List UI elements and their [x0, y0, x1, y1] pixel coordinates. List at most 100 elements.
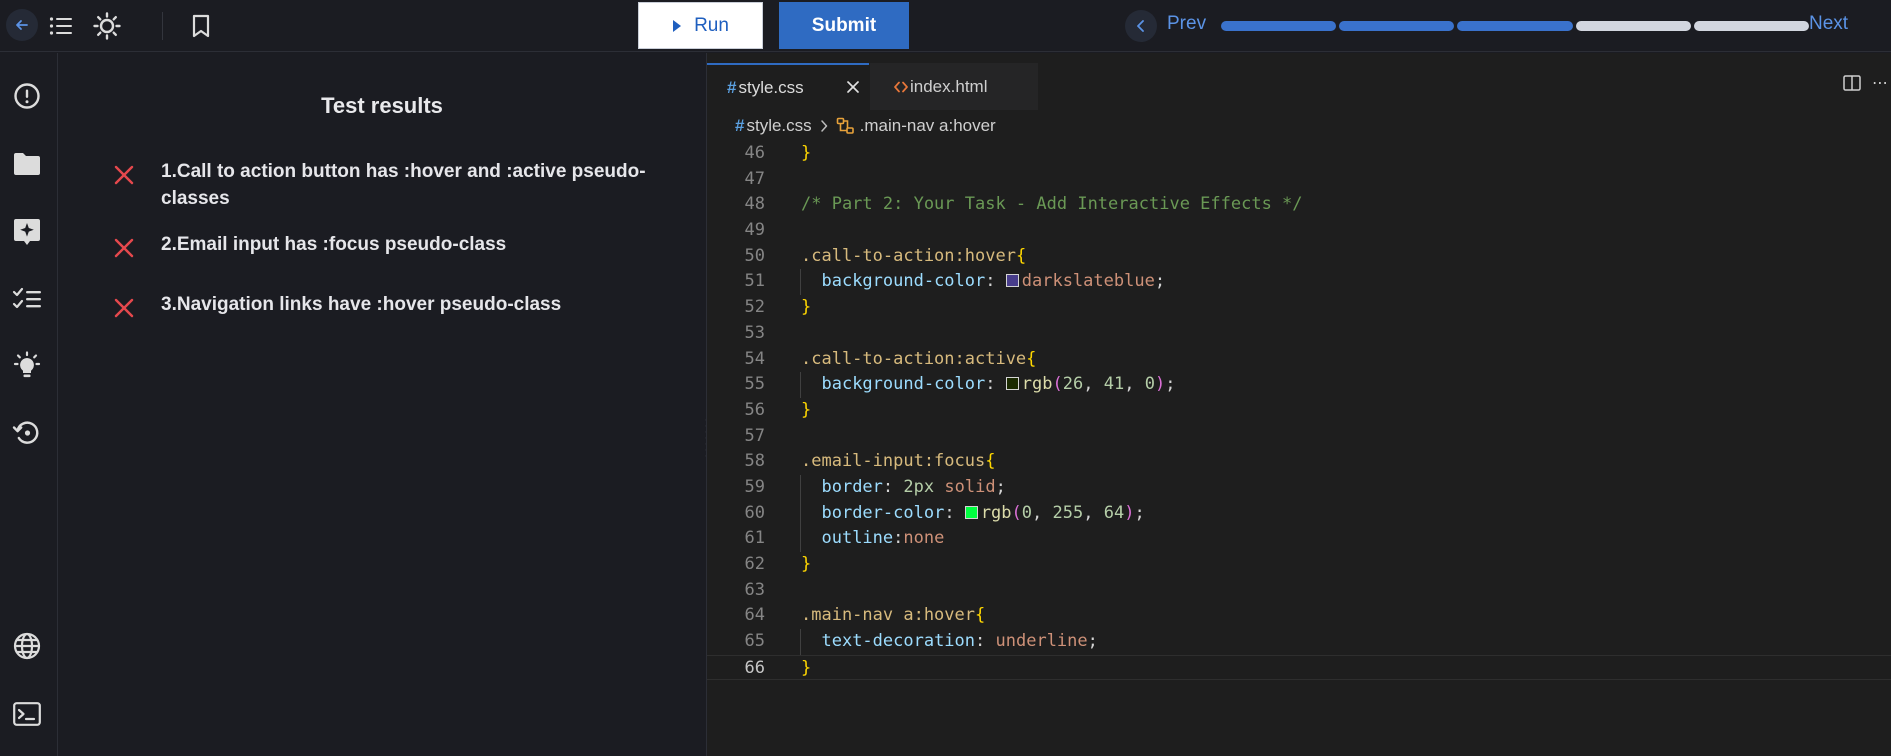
test-result-item: 3.Navigation links have :hover pseudo-cl…	[113, 291, 683, 319]
code-line[interactable]: 62}	[707, 552, 1891, 578]
hints-button[interactable]	[11, 350, 43, 382]
line-number: 49	[744, 220, 765, 241]
activity-sidebar	[0, 53, 58, 756]
close-tab-button[interactable]	[843, 77, 863, 97]
color-swatch[interactable]	[1005, 377, 1019, 391]
test-result-text: 3.Navigation links have :hover pseudo-cl…	[161, 294, 562, 315]
run-button[interactable]: Run	[638, 2, 763, 49]
code-line[interactable]: 65 text-decoration: underline;	[707, 629, 1891, 655]
toolbar-divider	[162, 12, 163, 40]
preview-browser-button[interactable]	[11, 630, 43, 662]
code-text: }	[801, 399, 812, 420]
chevron-left-icon	[1136, 20, 1146, 32]
play-icon	[672, 19, 682, 32]
css-file-icon: #	[727, 77, 737, 97]
code-line[interactable]: 55 background-color: rgb(26, 41, 0);	[707, 372, 1891, 398]
code-line[interactable]: 51 background-color: darkslateblue;	[707, 269, 1891, 296]
top-toolbar: Run Submit Prev Next	[0, 0, 1891, 52]
code-line[interactable]: 53	[707, 321, 1891, 347]
code-line[interactable]: 58 .email-input:focus{	[707, 449, 1891, 475]
line-number: 57	[744, 425, 765, 446]
bookmark-button[interactable]	[184, 9, 218, 43]
fail-x-icon	[113, 297, 135, 319]
code-text: background-color: darkslateblue;	[821, 271, 1166, 292]
tab-index-html[interactable]: index.html	[870, 63, 1038, 110]
bookmark-icon	[191, 14, 211, 38]
code-line[interactable]: 46}	[707, 141, 1891, 167]
code-line[interactable]: 61 outline:none	[707, 526, 1891, 552]
line-number: 47	[744, 168, 765, 189]
line-number: 66	[744, 657, 765, 678]
list-icon	[49, 16, 73, 36]
code-line[interactable]: 57	[707, 424, 1891, 450]
line-number: 51	[744, 271, 765, 292]
code-line[interactable]: 60 border-color: rgb(0, 255, 64);	[707, 500, 1891, 527]
line-number: 63	[744, 579, 765, 600]
line-number: 48	[744, 194, 765, 215]
close-icon	[846, 80, 860, 94]
line-number: 54	[744, 348, 765, 369]
console-button[interactable]	[11, 698, 43, 730]
split-editor-icon[interactable]	[1843, 75, 1861, 91]
instructions-button[interactable]	[11, 80, 43, 112]
back-button[interactable]	[6, 9, 38, 41]
code-line[interactable]: 56}	[707, 398, 1891, 424]
code-line[interactable]: 48 /* Part 2: Your Task - Add Interactive…	[707, 192, 1891, 218]
editor-tab-bar: # style.css index.html ⋯	[707, 53, 1891, 110]
progress-segment	[1457, 21, 1573, 31]
code-text: .main-nav a:hover{	[801, 605, 986, 626]
css-file-icon: #	[735, 116, 745, 135]
code-area[interactable]: 46} 47 48/* Part 2: Your Task - Add Intera…	[707, 141, 1891, 681]
line-number: 53	[744, 322, 765, 343]
line-number: 58	[744, 451, 765, 472]
more-actions-icon[interactable]: ⋯	[1872, 73, 1888, 93]
breadcrumb-file[interactable]: style.css	[746, 116, 811, 136]
breadcrumb: # style.css .main-nav a:hover	[735, 114, 996, 138]
sun-icon	[93, 12, 121, 40]
line-number: 46	[744, 143, 765, 163]
terminal-icon	[13, 702, 41, 726]
ai-assistant-button[interactable]	[11, 216, 43, 248]
theme-toggle-button[interactable]	[90, 9, 124, 43]
code-text: }	[801, 143, 812, 163]
submit-button[interactable]: Submit	[779, 2, 909, 49]
code-text: }	[801, 554, 812, 574]
code-line[interactable]: 50 .call-to-action:hover{	[707, 244, 1891, 270]
code-text: background-color: rgb(26, 41, 0);	[821, 374, 1176, 395]
info-icon	[13, 82, 41, 110]
lightbulb-icon	[12, 351, 42, 381]
code-line[interactable]: 54 .call-to-action:active{	[707, 347, 1891, 373]
code-line[interactable]: 49	[707, 218, 1891, 244]
code-line[interactable]: 63	[707, 578, 1891, 604]
code-text: .call-to-action:hover{	[801, 245, 1027, 266]
arrow-left-icon	[14, 17, 30, 33]
progress-segment	[1575, 21, 1691, 31]
next-link[interactable]: Next	[1809, 13, 1848, 35]
code-line[interactable]: 64 .main-nav a:hover{	[707, 603, 1891, 629]
prev-link[interactable]: Prev	[1167, 13, 1206, 35]
code-editor: # style.css index.html ⋯ # style.css .ma…	[706, 53, 1891, 756]
reset-history-button[interactable]	[11, 417, 43, 449]
line-number: 62	[744, 554, 765, 574]
code-line[interactable]: 59 border: 2px solid;	[707, 474, 1891, 501]
color-swatch[interactable]	[964, 505, 978, 519]
code-text: border: 2px solid;	[821, 476, 1006, 497]
color-swatch[interactable]	[1005, 274, 1019, 288]
code-text: }	[801, 657, 812, 678]
lesson-progress-bar	[1221, 21, 1810, 31]
outline-button[interactable]	[44, 9, 78, 43]
tab-style-css[interactable]: # style.css	[707, 63, 869, 110]
chevron-right-icon	[820, 120, 828, 132]
prev-button[interactable]	[1125, 10, 1157, 42]
code-line[interactable]: 52}	[707, 295, 1891, 321]
files-button[interactable]	[11, 148, 43, 180]
tasks-button[interactable]	[11, 283, 43, 315]
code-line[interactable]: 47	[707, 167, 1891, 193]
html-file-icon	[894, 81, 908, 93]
test-result-text: 2.Email input has :focus pseudo-class	[161, 234, 507, 255]
breadcrumb-symbol[interactable]: .main-nav a:hover	[860, 116, 996, 136]
line-number: 52	[744, 297, 765, 318]
code-line[interactable]: 66}	[707, 654, 1891, 681]
test-results-title: Test results	[321, 93, 443, 118]
test-results-panel: Test results 1.Call to action button has…	[59, 53, 705, 756]
